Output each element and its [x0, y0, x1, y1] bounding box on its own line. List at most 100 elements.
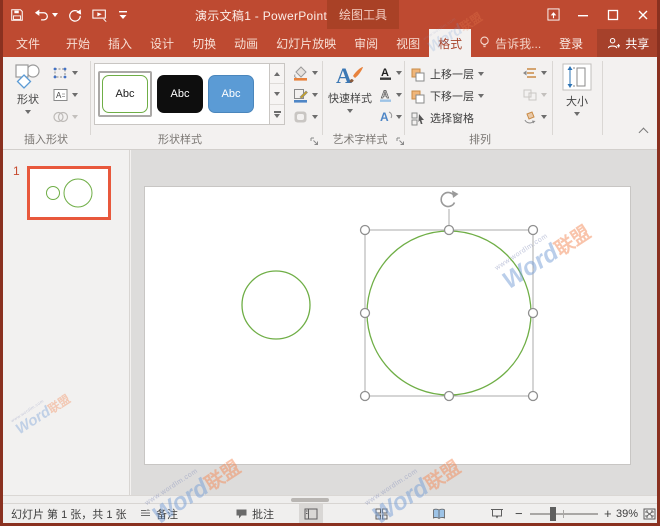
selection-pane-button[interactable]: 选择窗格: [410, 110, 474, 126]
customize-qat-button[interactable]: [118, 9, 128, 21]
tab-format[interactable]: 格式: [429, 29, 471, 57]
svg-text:A: A: [380, 110, 389, 124]
tab-file[interactable]: 文件: [0, 29, 49, 57]
slide-thumbnail-1[interactable]: [27, 166, 111, 220]
resize-handle-bottom-left[interactable]: [361, 392, 370, 401]
wordart-dialog-launcher[interactable]: [396, 137, 405, 146]
text-box-button[interactable]: A: [52, 87, 78, 103]
maximize-button[interactable]: [598, 0, 628, 29]
gallery-scroll-up-button[interactable]: [270, 64, 284, 84]
resize-handle-top-left[interactable]: [361, 226, 370, 235]
tab-design[interactable]: 设计: [141, 29, 183, 57]
rotate-objects-button[interactable]: [522, 110, 547, 124]
tab-review[interactable]: 审阅: [345, 29, 387, 57]
zoom-in-button[interactable]: +: [604, 504, 612, 523]
redo-icon: [68, 8, 82, 22]
size-group-button[interactable]: 大小: [558, 63, 596, 116]
shape-outline-dropdown-arrow-icon: [312, 93, 318, 97]
notes-button[interactable]: 备注: [139, 504, 178, 523]
shape-style-1-selected[interactable]: Abc: [98, 71, 152, 117]
tab-animations[interactable]: 动画: [225, 29, 267, 57]
slideshow-view-button[interactable]: [485, 504, 509, 523]
shapes-gallery-button[interactable]: 形状: [10, 63, 46, 114]
size-label: 大小: [566, 93, 588, 109]
shape-effects-button[interactable]: [292, 109, 318, 125]
slide-canvas[interactable]: [131, 150, 657, 495]
group-objects-button[interactable]: [522, 88, 547, 102]
fit-slide-to-window-button[interactable]: [643, 504, 656, 523]
resize-handle-top[interactable]: [445, 226, 454, 235]
reading-view-button[interactable]: [427, 504, 451, 523]
horizontal-scrollbar[interactable]: [3, 495, 657, 503]
zoom-out-button[interactable]: −: [515, 504, 523, 523]
gallery-scroll-down-button[interactable]: [270, 84, 284, 104]
svg-text:A: A: [381, 67, 389, 79]
zoom-slider[interactable]: [530, 504, 598, 523]
tab-view[interactable]: 视图: [387, 29, 429, 57]
resize-handle-left[interactable]: [361, 309, 370, 318]
slide-sorter-view-button[interactable]: [369, 504, 393, 523]
shape-style-tile-3[interactable]: Abc: [208, 75, 254, 113]
slide-editing-area[interactable]: [144, 186, 631, 465]
undo-button[interactable]: [34, 8, 58, 21]
merge-shapes-dropdown-arrow-icon: [72, 115, 78, 119]
resize-handle-bottom-right[interactable]: [529, 392, 538, 401]
text-fill-button[interactable]: A: [378, 65, 402, 81]
collapse-ribbon-button[interactable]: [640, 123, 647, 141]
resize-handle-bottom[interactable]: [445, 392, 454, 401]
gallery-more-button[interactable]: [270, 105, 284, 124]
tab-transitions[interactable]: 切换: [183, 29, 225, 57]
svg-text:A: A: [336, 63, 352, 88]
bring-forward-button[interactable]: 上移一层: [410, 66, 484, 82]
normal-view-icon: [304, 508, 318, 520]
resize-handle-right[interactable]: [529, 309, 538, 318]
small-circle-shape[interactable]: [242, 271, 310, 339]
window-title: 演示文稿1 - PowerPoint: [195, 7, 327, 24]
fit-to-window-icon: [643, 508, 656, 520]
undo-dropdown-arrow-icon[interactable]: [52, 13, 58, 17]
signin-button[interactable]: 登录: [549, 29, 593, 57]
shape-fill-dropdown-arrow-icon: [312, 71, 318, 75]
edit-shape-button[interactable]: [52, 65, 78, 81]
save-button[interactable]: [10, 8, 24, 22]
slide-info: 幻灯片 第 1 张，共 1 张: [11, 504, 127, 523]
text-effects-button[interactable]: A: [378, 109, 402, 125]
large-circle-shape[interactable]: [367, 231, 531, 395]
align-objects-button[interactable]: [522, 66, 547, 80]
zoom-slider-track[interactable]: [530, 513, 598, 515]
shape-style-tile-2[interactable]: Abc: [157, 75, 203, 113]
tellme-box[interactable]: 告诉我...: [471, 29, 549, 57]
tab-slideshow[interactable]: 幻灯片放映: [267, 29, 345, 57]
slide-number: 1: [13, 164, 20, 178]
shape-outline-button[interactable]: [292, 87, 318, 103]
shape-styles-dialog-launcher[interactable]: [310, 137, 319, 146]
quick-styles-button[interactable]: A 快速样式: [328, 62, 372, 113]
redo-button[interactable]: [68, 8, 82, 22]
tab-insert[interactable]: 插入: [99, 29, 141, 57]
notes-label: 备注: [156, 506, 178, 522]
horizontal-scrollbar-thumb[interactable]: [291, 498, 329, 502]
rotate-icon: [522, 110, 538, 124]
merge-shapes-button[interactable]: [52, 109, 78, 125]
text-box-icon: A: [52, 87, 69, 103]
group-label-shape-styles: 形状样式: [120, 131, 240, 147]
comments-button[interactable]: 批注: [235, 504, 274, 523]
minimize-button[interactable]: [568, 0, 598, 29]
normal-view-button[interactable]: [299, 504, 323, 523]
ribbon-display-options-button[interactable]: [538, 0, 568, 29]
shape-fill-button[interactable]: [292, 65, 318, 81]
close-button[interactable]: [628, 0, 658, 29]
zoom-slider-thumb[interactable]: [550, 507, 556, 521]
share-button[interactable]: 共享: [597, 29, 659, 57]
slide-thumbnail-panel[interactable]: 1: [3, 150, 130, 495]
send-backward-button[interactable]: 下移一层: [410, 88, 484, 104]
save-icon: [10, 8, 24, 22]
rotation-handle[interactable]: [441, 191, 458, 207]
zoom-level[interactable]: 39%: [616, 504, 638, 523]
shapes-icon: [14, 63, 42, 89]
edit-shape-icon: [52, 65, 69, 81]
start-slideshow-button[interactable]: [92, 8, 108, 22]
tab-home[interactable]: 开始: [57, 29, 99, 57]
text-outline-button[interactable]: A: [378, 87, 402, 103]
resize-handle-top-right[interactable]: [529, 226, 538, 235]
